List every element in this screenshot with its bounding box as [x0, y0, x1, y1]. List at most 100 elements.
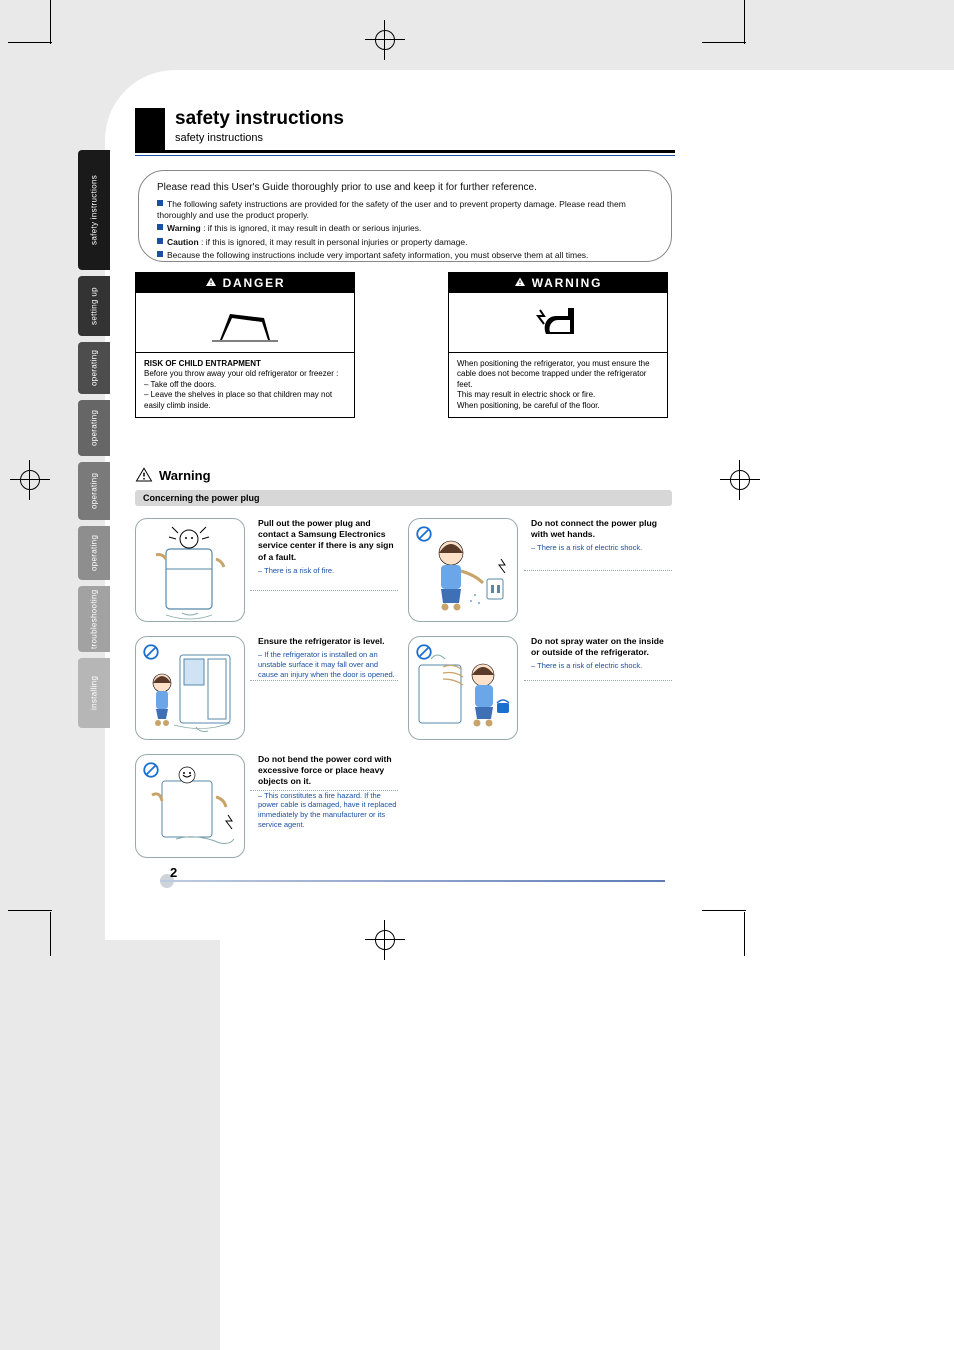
square-bullet-icon: [157, 200, 163, 206]
danger-pictogram: [136, 293, 354, 353]
danger-box: DANGER RISK OF CHILD ENTRAPMENT Before y…: [135, 272, 355, 418]
intro-label: Warning: [167, 223, 201, 233]
tip-illustration: [135, 636, 245, 740]
sidebar-tab: troubleshooting: [78, 586, 110, 652]
crop-mark: [50, 0, 51, 44]
dotted-rule: [250, 790, 398, 791]
intro-bullet: Because the following instructions inclu…: [157, 250, 653, 261]
intro-label: Caution: [167, 237, 199, 247]
prohibit-icon: [415, 643, 433, 661]
hand-shock-icon: [528, 300, 588, 346]
square-bullet-icon: [157, 238, 163, 244]
tip-sub: – There is a risk of electric shock.: [531, 543, 671, 553]
tip-heading: Ensure the refrigerator is level.: [258, 636, 398, 647]
warning-line: This may result in electric shock or fir…: [457, 390, 659, 400]
sidebar-tab-label: installing: [78, 658, 110, 728]
dotted-rule: [524, 680, 672, 681]
warning-pictogram: [449, 293, 667, 353]
tip-sub: – There is a risk of fire.: [258, 566, 398, 576]
alert-triangle-icon: [135, 466, 153, 484]
alert-triangle-icon: [514, 276, 526, 288]
intro-lead: Please read this User's Guide thoroughly…: [157, 181, 653, 195]
crop-mark: [702, 910, 746, 911]
danger-label: DANGER: [223, 276, 286, 290]
danger-line: – Take off the doors.: [144, 380, 346, 390]
tip-illustration: [135, 754, 245, 858]
page-root: safety instructions setting up operating…: [0, 0, 954, 1350]
warning-box: WARNING When positioning the refrigerato…: [448, 272, 668, 418]
sidebar-tab: setting up: [78, 276, 110, 336]
tip-text: Pull out the power plug and contact a Sa…: [258, 518, 398, 575]
warning-bar: WARNING: [449, 273, 667, 293]
crop-mark: [744, 912, 745, 956]
sidebar-tab-label: operating: [78, 526, 110, 580]
subsection-bar: Concerning the power plug: [135, 490, 672, 506]
warning-subheader: Warning: [135, 466, 211, 484]
warning-word: Warning: [159, 468, 211, 483]
danger-line: – Leave the shelves in place so that chi…: [144, 390, 346, 411]
title-rule-blue: [135, 155, 675, 156]
square-bullet-icon: [157, 224, 163, 230]
registration-mark: [10, 460, 50, 500]
sidebar-tab: operating: [78, 526, 110, 580]
tip-sub: – There is a risk of electric shock.: [531, 661, 671, 671]
sidebar-tab-label: safety instructions: [78, 150, 110, 270]
tip-sub: – If the refrigerator is installed on an…: [258, 650, 398, 679]
warning-line: When positioning, be careful of the floo…: [457, 401, 659, 411]
dotted-rule: [250, 680, 398, 681]
crop-mark: [8, 42, 52, 43]
title-blackbox: [135, 108, 165, 152]
tip-heading: Do not spray water on the inside or outs…: [531, 636, 671, 658]
title-rule: [135, 150, 675, 153]
registration-mark: [365, 920, 405, 960]
dotted-rule: [250, 590, 398, 591]
tip-text: Do not spray water on the inside or outs…: [531, 636, 671, 671]
tip-heading: Pull out the power plug and contact a Sa…: [258, 518, 398, 563]
square-bullet-icon: [157, 251, 163, 257]
crop-mark: [702, 42, 746, 43]
intro-text: Because the following instructions inclu…: [167, 250, 588, 260]
sidebar-tab: operating: [78, 400, 110, 456]
danger-bar: DANGER: [136, 273, 354, 293]
tip-card: Do not connect the power plug with wet h…: [408, 518, 518, 622]
sidebar-tab-active: safety instructions: [78, 150, 110, 270]
sidebar-tab: installing: [78, 658, 110, 728]
tip-illustration: [408, 636, 518, 740]
subsection-bar-label: Concerning the power plug: [143, 493, 260, 503]
alert-triangle-icon: [205, 276, 217, 288]
danger-line: RISK OF CHILD ENTRAPMENT: [144, 359, 346, 369]
tip-card: Pull out the power plug and contact a Sa…: [135, 518, 245, 622]
prohibit-icon: [142, 643, 160, 661]
sidebar-tabs: safety instructions setting up operating…: [78, 150, 110, 734]
prohibit-icon: [415, 525, 433, 543]
intro-bullet: The following safety instructions are pr…: [157, 199, 653, 222]
intro-text: : if this is ignored, it may result in p…: [201, 237, 467, 247]
tip-text: Do not bend the power cord with excessiv…: [258, 754, 398, 830]
tip-card: Do not spray water on the inside or outs…: [408, 636, 518, 740]
footer-rule: [160, 880, 665, 882]
tip-card: Ensure the refrigerator is level. – If t…: [135, 636, 245, 740]
intro-text: : if this is ignored, it may result in d…: [203, 223, 421, 233]
tip-illustration: [408, 518, 518, 622]
sidebar-tab: operating: [78, 342, 110, 394]
tip-text: Ensure the refrigerator is level. – If t…: [258, 636, 398, 679]
page-title: safety instructions: [175, 108, 344, 130]
sidebar-tab-label: troubleshooting: [78, 586, 110, 652]
sidebar-tab: operating: [78, 462, 110, 520]
tip-card: Do not bend the power cord with excessiv…: [135, 754, 245, 858]
sidebar-tab-label: setting up: [78, 276, 110, 336]
dotted-rule: [524, 570, 672, 571]
danger-line: Before you throw away your old refrigera…: [144, 369, 346, 379]
warning-line: When positioning the refrigerator, you m…: [457, 359, 659, 390]
intro-bullet: Caution : if this is ignored, it may res…: [157, 237, 653, 248]
sidebar-tab-label: operating: [78, 462, 110, 520]
sidebar-tab-label: operating: [78, 400, 110, 456]
intro-panel: Please read this User's Guide thoroughly…: [138, 170, 672, 262]
page-subtitle: safety instructions: [175, 132, 263, 144]
crop-mark: [50, 912, 51, 956]
danger-desc: RISK OF CHILD ENTRAPMENT Before you thro…: [136, 353, 354, 417]
warning-label: WARNING: [532, 276, 603, 290]
fridge-alert-illustration: [136, 519, 245, 622]
crop-mark: [8, 910, 52, 911]
prohibit-icon: [142, 761, 160, 779]
